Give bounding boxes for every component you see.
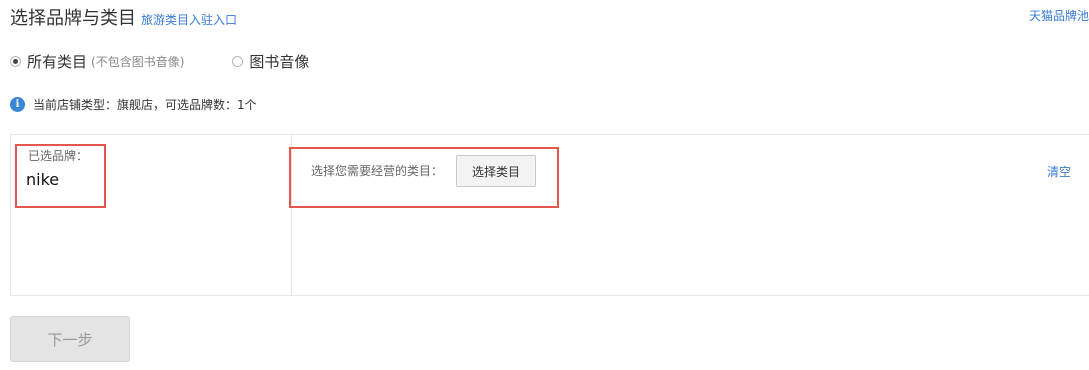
next-step-button[interactable]: 下一步	[10, 316, 130, 362]
radio-books-audio[interactable]: 图书音像	[232, 51, 309, 72]
clear-link[interactable]: 清空	[1047, 163, 1071, 180]
radio-checked-icon[interactable]	[10, 55, 21, 67]
brand-category-page: 选择品牌与类目 旅游类目入驻入口 天猫品牌池 所有类目 (不包含图书音像) 图书…	[0, 0, 1089, 370]
tmall-brand-pool-link[interactable]: 天猫品牌池	[1029, 7, 1089, 25]
select-category-button[interactable]: 选择类目	[456, 155, 536, 187]
category-prompt: 选择您需要经营的类目：	[311, 164, 444, 178]
radio-all-categories[interactable]: 所有类目 (不包含图书音像)	[10, 51, 184, 72]
radio-books-audio-label: 图书音像	[249, 52, 310, 71]
travel-category-entry-link[interactable]: 旅游类目入驻入口	[141, 11, 237, 29]
selected-brand-value: nike	[26, 170, 60, 189]
page-title: 选择品牌与类目	[10, 8, 136, 29]
store-info-line: i 当前店铺类型：旗舰店，可选品牌数：1个	[10, 96, 257, 113]
info-icon: i	[10, 97, 25, 112]
store-info-text: 当前店铺类型：旗舰店，可选品牌数：1个	[33, 98, 257, 112]
radio-unchecked-icon[interactable]	[232, 55, 244, 67]
radio-all-categories-label: 所有类目	[27, 52, 88, 71]
radio-all-categories-note: (不包含图书音像)	[91, 54, 185, 69]
selected-brand-label: 已选品牌：	[28, 149, 89, 163]
category-scope-radio-group: 所有类目 (不包含图书音像) 图书音像	[10, 50, 309, 72]
brand-category-panel: 已选品牌： nike 选择您需要经营的类目： 选择类目 清空	[10, 134, 1089, 296]
